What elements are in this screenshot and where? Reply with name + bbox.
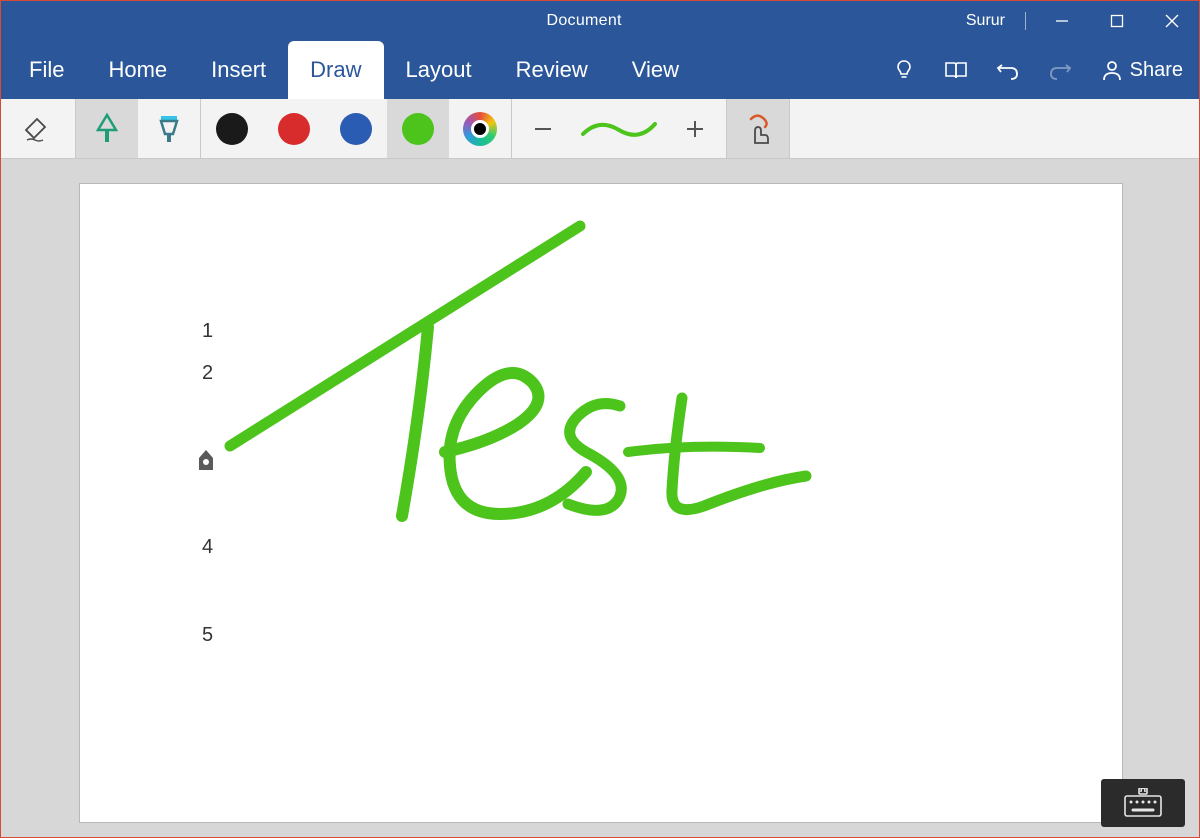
eraser-icon: [21, 112, 55, 146]
tab-insert[interactable]: Insert: [189, 41, 288, 99]
highlighter-icon: [155, 112, 183, 146]
blue-dot-icon: [340, 113, 372, 145]
draw-toolbar: [1, 99, 1199, 159]
tab-review[interactable]: Review: [494, 41, 610, 99]
read-mode-button[interactable]: [930, 41, 982, 99]
redo-button[interactable]: [1034, 41, 1086, 99]
color-more[interactable]: [449, 99, 511, 158]
titlebar: Document Surur: [1, 1, 1199, 41]
ribbon-tabs: File Home Insert Draw Layout Review View: [1, 41, 1199, 99]
keyboard-icon: [1121, 788, 1165, 818]
eraser-tool[interactable]: [1, 99, 75, 158]
person-icon: [1102, 59, 1122, 81]
tab-draw[interactable]: Draw: [288, 41, 383, 99]
maximize-button[interactable]: [1089, 1, 1144, 41]
minus-icon: [532, 118, 554, 140]
color-green[interactable]: [387, 99, 449, 158]
green-dot-icon: [402, 113, 434, 145]
highlighter-tool[interactable]: [138, 99, 200, 158]
tell-me-button[interactable]: [878, 41, 930, 99]
share-label: Share: [1130, 59, 1183, 82]
color-red[interactable]: [263, 99, 325, 158]
document-page[interactable]: 1 2 4 5: [79, 183, 1123, 823]
color-wheel-icon: [463, 112, 497, 146]
minimize-button[interactable]: [1034, 1, 1089, 41]
pen-icon: [94, 112, 120, 146]
touch-draw-icon: [743, 113, 773, 145]
touch-keyboard-button[interactable]: [1101, 779, 1185, 827]
ink-layer: [80, 184, 1124, 824]
touch-draw-toggle[interactable]: [727, 99, 789, 158]
share-button[interactable]: Share: [1086, 41, 1199, 99]
close-button[interactable]: [1144, 1, 1199, 41]
tab-file[interactable]: File: [7, 41, 86, 99]
document-title: Document: [534, 12, 633, 30]
wave-icon: [579, 114, 659, 144]
plus-icon: [684, 118, 706, 140]
stroke-preview: [574, 99, 664, 158]
separator: [1025, 12, 1026, 30]
user-name[interactable]: Surur: [954, 12, 1017, 30]
color-black[interactable]: [201, 99, 263, 158]
workspace[interactable]: 1 2 4 5: [1, 159, 1199, 837]
thickness-decrease[interactable]: [512, 99, 574, 158]
thickness-increase[interactable]: [664, 99, 726, 158]
black-dot-icon: [216, 113, 248, 145]
tab-layout[interactable]: Layout: [384, 41, 494, 99]
tab-home[interactable]: Home: [86, 41, 189, 99]
tab-view[interactable]: View: [610, 41, 701, 99]
color-blue[interactable]: [325, 99, 387, 158]
undo-button[interactable]: [982, 41, 1034, 99]
red-dot-icon: [278, 113, 310, 145]
pen-tool[interactable]: [76, 99, 138, 158]
